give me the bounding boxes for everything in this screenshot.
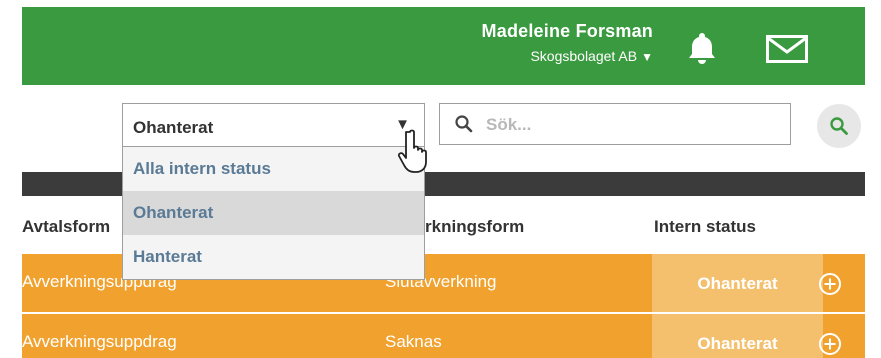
search-input[interactable] bbox=[486, 112, 776, 138]
column-header-avtalsform[interactable]: Avtalsform bbox=[22, 217, 110, 237]
status-badge[interactable]: Ohanterat bbox=[652, 254, 823, 312]
search-icon bbox=[830, 117, 848, 135]
menu-item-ohanterat[interactable]: Ohanterat bbox=[123, 191, 424, 235]
table-row[interactable]: Avverkningsuppdrag Saknas Ohanterat bbox=[22, 314, 865, 358]
status-dropdown-menu: Alla intern status Ohanterat Hanterat bbox=[122, 147, 425, 280]
status-select[interactable]: Ohanterat ▼ bbox=[122, 103, 425, 147]
search-icon bbox=[455, 115, 473, 133]
plus-circle-icon[interactable] bbox=[818, 272, 842, 296]
hand-cursor-icon bbox=[398, 129, 427, 173]
user-menu[interactable]: Madeleine Forsman Skogsbolaget AB ▼ bbox=[482, 21, 653, 64]
search-button[interactable] bbox=[817, 104, 861, 148]
search-field[interactable] bbox=[439, 103, 791, 145]
mail-icon[interactable] bbox=[766, 35, 808, 63]
status-badge[interactable]: Ohanterat bbox=[652, 314, 823, 358]
top-header: Madeleine Forsman Skogsbolaget AB ▼ bbox=[22, 7, 865, 85]
user-name: Madeleine Forsman bbox=[481, 21, 653, 41]
organization-selector[interactable]: Skogsbolaget AB ▼ bbox=[482, 48, 653, 64]
organization-name: Skogsbolaget AB bbox=[530, 48, 638, 64]
menu-item-alla-intern-status[interactable]: Alla intern status bbox=[123, 147, 424, 191]
plus-circle-icon[interactable] bbox=[818, 332, 842, 356]
menu-item-hanterat[interactable]: Hanterat bbox=[123, 235, 424, 279]
cell-avverkningsform: Saknas bbox=[385, 332, 442, 351]
status-select-value: Ohanterat bbox=[133, 118, 214, 137]
bell-icon[interactable] bbox=[684, 30, 720, 66]
caret-down-icon: ▼ bbox=[641, 50, 653, 64]
column-header-intern-status[interactable]: Intern status bbox=[654, 217, 756, 237]
cell-avtalsform: Avverkningsuppdrag bbox=[22, 332, 177, 351]
